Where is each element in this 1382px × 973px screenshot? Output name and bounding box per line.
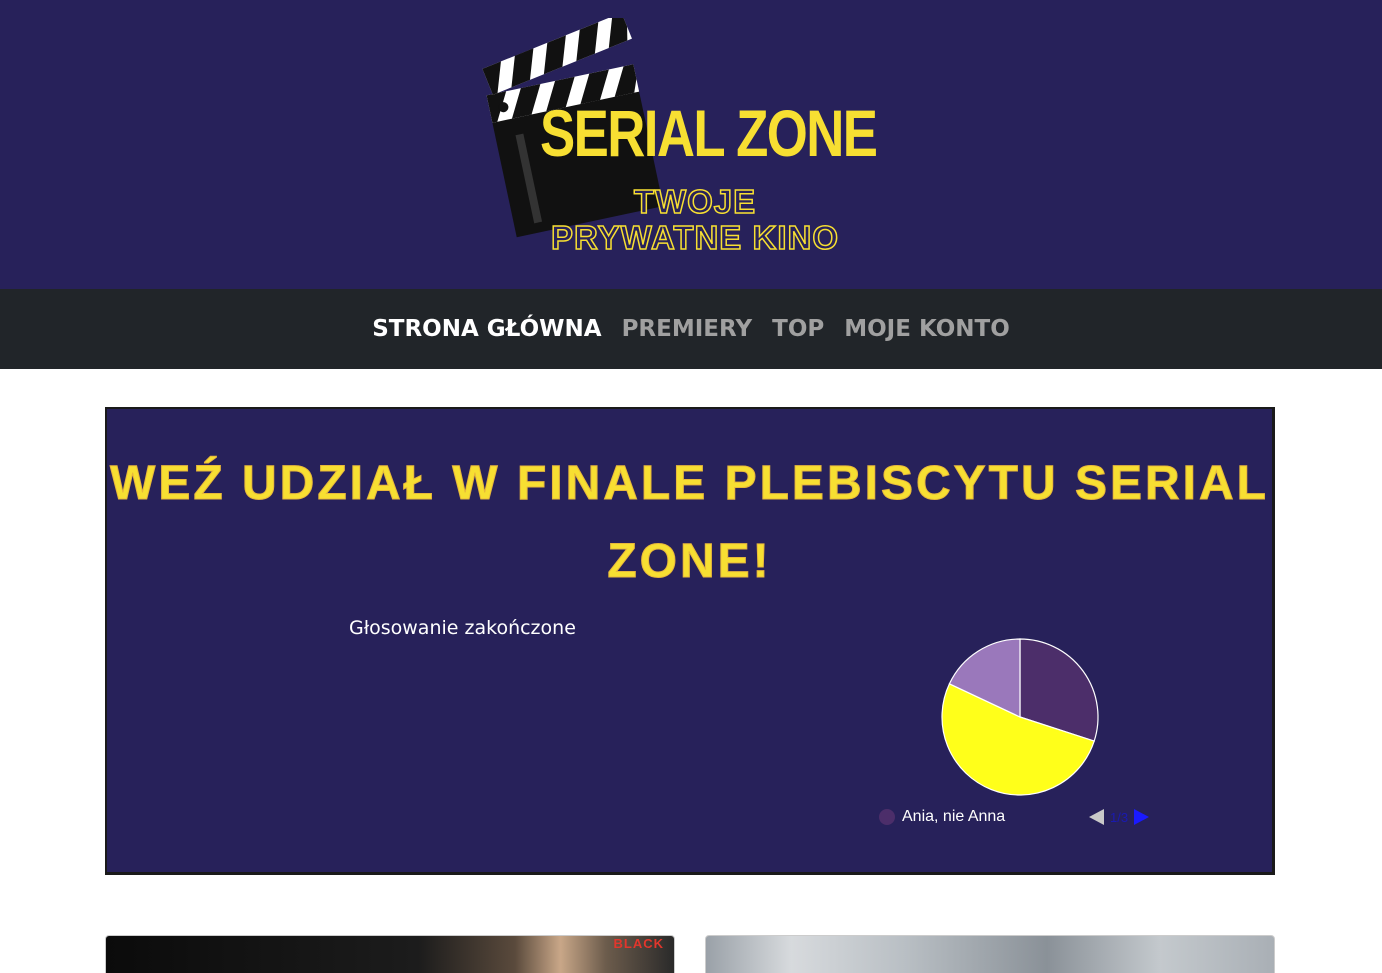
logo-title: SERIAL ZONE bbox=[540, 96, 878, 170]
triangle-left-icon[interactable] bbox=[1089, 809, 1104, 825]
poll-pie-chart bbox=[941, 638, 1099, 796]
nav-item-home[interactable]: STRONA GŁÓWNA bbox=[362, 289, 611, 369]
legend-pager: 1/3 bbox=[1089, 809, 1150, 825]
legend-label: Ania, nie Anna bbox=[902, 808, 1006, 825]
poll-status: Głosowanie zakończone bbox=[349, 617, 576, 639]
site-header: SERIAL ZONE TWOJE PRYWATNE KINO bbox=[0, 0, 1382, 289]
card-caption: BLACK bbox=[613, 936, 664, 951]
nav-item-top[interactable]: TOP bbox=[762, 289, 834, 369]
poll-panel: Weź udział w finale plebiscytu Serial Zo… bbox=[105, 407, 1275, 875]
nav-item-my-account[interactable]: MOJE KONTO bbox=[834, 289, 1020, 369]
poll-title: Weź udział w finale plebiscytu Serial Zo… bbox=[110, 457, 1269, 589]
main-nav: STRONA GŁÓWNA PREMIERY TOP MOJE KONTO bbox=[0, 289, 1382, 369]
logo-subtitle-line2: PRYWATNE KINO bbox=[550, 219, 839, 257]
nav-item-premieres[interactable]: PREMIERY bbox=[612, 289, 763, 369]
show-card-1[interactable]: BLACK bbox=[105, 935, 675, 973]
show-card-2[interactable] bbox=[705, 935, 1275, 973]
chart-legend: Ania, nie Anna bbox=[879, 808, 1005, 826]
pager-text: 1/3 bbox=[1110, 809, 1129, 825]
triangle-right-icon[interactable] bbox=[1134, 809, 1150, 825]
legend-swatch bbox=[879, 809, 895, 825]
logo-subtitle-line1: TWOJE bbox=[633, 183, 757, 221]
